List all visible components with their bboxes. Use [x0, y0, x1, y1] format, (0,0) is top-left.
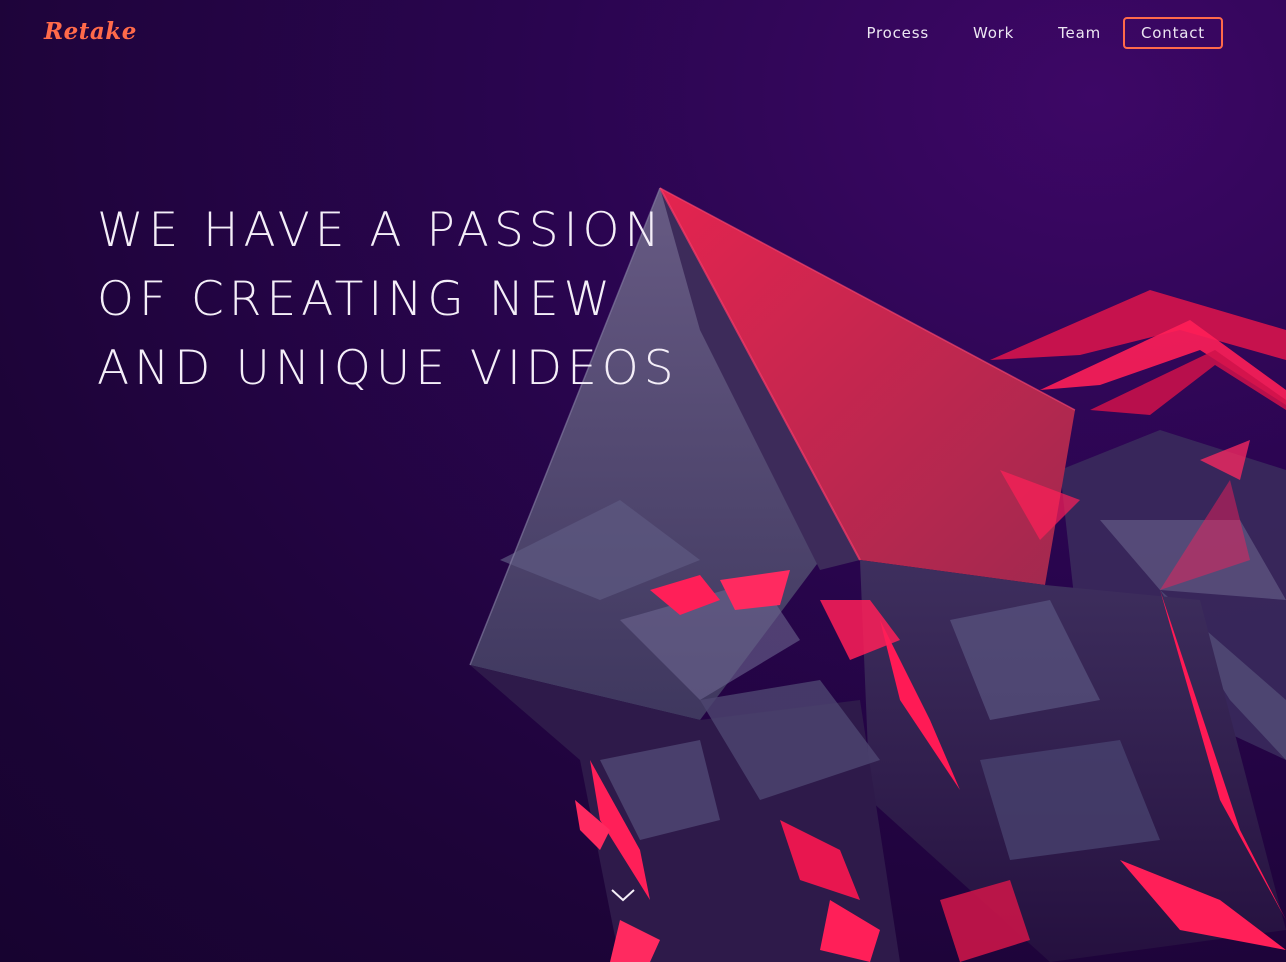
hero-line-3: AND UNIQUE VIDEOS [97, 341, 679, 396]
contact-button[interactable]: Contact [1123, 17, 1223, 49]
hero-headline: WE HAVE A PASSION OF CREATING NEW AND UN… [97, 196, 679, 403]
nav-link-work[interactable]: Work [973, 24, 1014, 42]
nav-link-process[interactable]: Process [866, 24, 929, 42]
hero-line-2: OF CREATING NEW [97, 272, 616, 327]
landing-page: Retake Process Work Team Contact WE HAVE… [0, 0, 1286, 962]
brand-logo[interactable]: Retake [44, 18, 137, 45]
chevron-down-icon[interactable] [609, 884, 637, 904]
hero-crystal-artwork [469, 187, 1286, 962]
main-navigation: Process Work Team Contact [866, 17, 1223, 49]
hero-line-1: WE HAVE A PASSION [97, 203, 665, 258]
nav-link-team[interactable]: Team [1058, 24, 1101, 42]
